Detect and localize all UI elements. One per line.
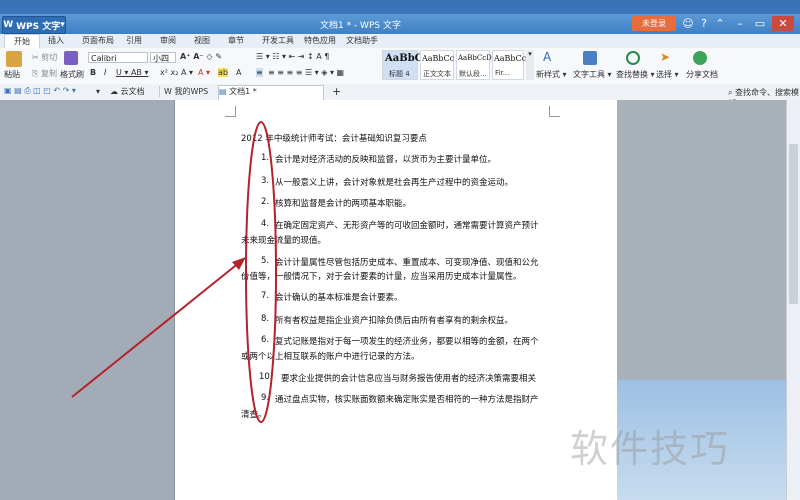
annotation-arrow-head — [232, 257, 246, 270]
watermark-text: 软件技巧 — [570, 427, 731, 471]
annotation-arrow-shaft — [71, 261, 241, 398]
annotation-ellipse — [245, 121, 277, 423]
